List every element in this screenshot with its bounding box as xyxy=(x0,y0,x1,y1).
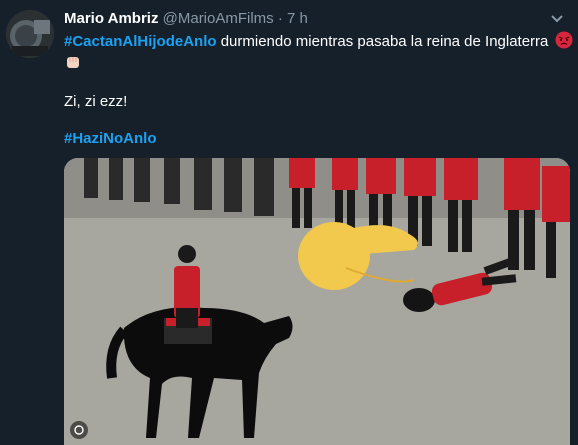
hashtag-link[interactable]: #CactanAlHijodeAnlo xyxy=(64,33,217,50)
chevron-down-icon[interactable] xyxy=(550,13,564,25)
author-handle[interactable]: @MarioAmFilms xyxy=(163,10,274,27)
fist-emoji-icon xyxy=(67,57,79,68)
gif-icon xyxy=(74,425,84,435)
timestamp[interactable]: 7 h xyxy=(287,10,308,27)
tweet-text: durmiendo mientras pasaba la reina de In… xyxy=(216,33,549,50)
media-badge[interactable] xyxy=(70,421,88,439)
tweet-header: Mario Ambriz @MarioAmFilms · 7 h xyxy=(64,9,564,29)
tweet-media[interactable] xyxy=(64,158,570,445)
media-image xyxy=(64,158,570,445)
hashtag-link[interactable]: #HaziNoAnlo xyxy=(64,130,157,147)
author-name[interactable]: Mario Ambriz xyxy=(64,10,158,27)
angry-face-emoji-icon xyxy=(555,31,573,49)
avatar-image xyxy=(6,10,54,58)
tweet-text-line3: #HaziNoAnlo xyxy=(64,129,157,149)
tweet-text-line1: #CactanAlHijodeAnlo durmiendo mientras p… xyxy=(64,31,578,52)
separator: · xyxy=(277,10,283,27)
tweet-text-line2: Zi, zi ezz! xyxy=(64,93,128,110)
avatar[interactable] xyxy=(6,10,54,58)
tweet[interactable]: Mario Ambriz @MarioAmFilms · 7 h #Cactan… xyxy=(0,0,578,445)
